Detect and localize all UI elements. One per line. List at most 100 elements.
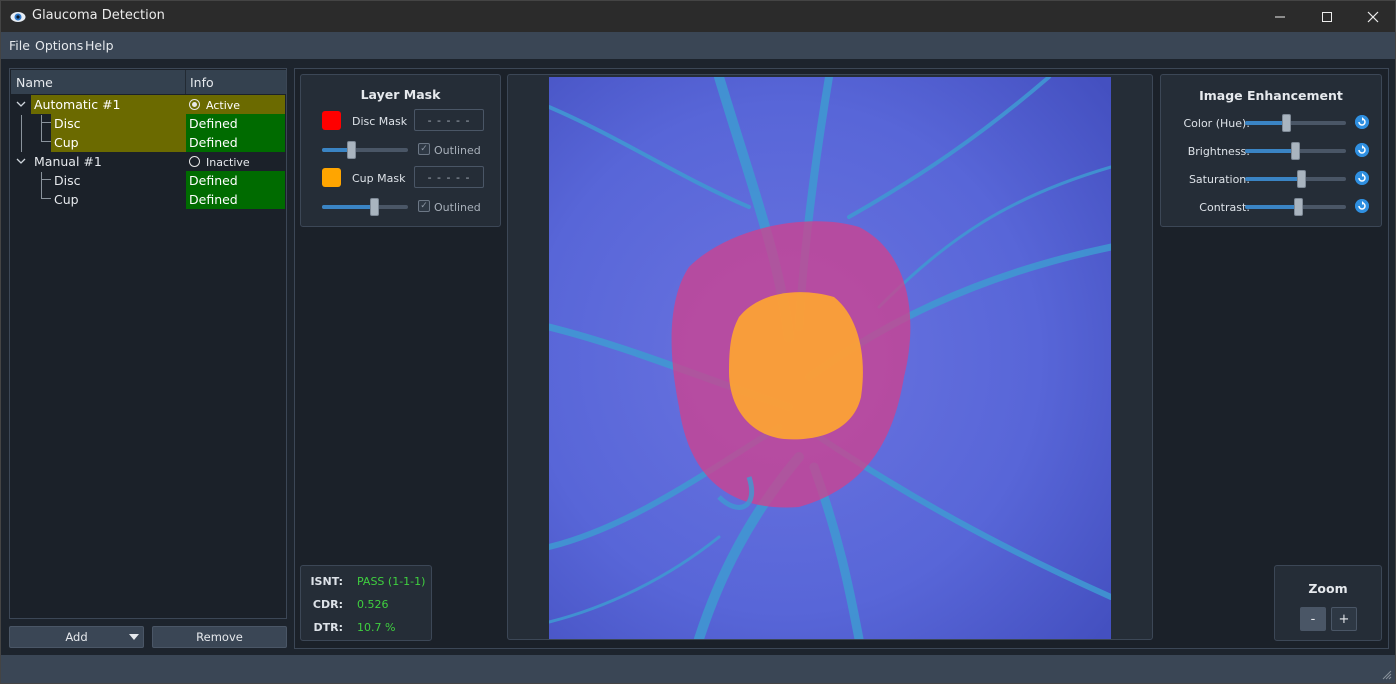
tree-row-disc[interactable]: Disc Defined: [11, 171, 286, 190]
tree-item-status: Defined: [186, 171, 285, 190]
tree-row-cup[interactable]: Cup Defined: [11, 190, 286, 209]
disc-opacity-slider[interactable]: [322, 141, 408, 159]
tree-item-label: Automatic #1: [31, 95, 186, 114]
minimize-button[interactable]: [1257, 1, 1303, 32]
tree-item-label: Cup: [54, 192, 79, 207]
disc-outlined-label: Outlined: [434, 144, 481, 157]
maximize-icon: [1322, 11, 1332, 22]
close-icon: [1367, 11, 1379, 22]
cup-color-swatch[interactable]: [322, 168, 341, 187]
saturation-slider[interactable]: [1245, 170, 1346, 188]
disc-mask-label: Disc Mask: [352, 115, 408, 128]
maximize-button[interactable]: [1304, 1, 1350, 32]
status-bar: [0, 655, 1396, 684]
menu-bar: File Options Help: [0, 32, 1396, 59]
image-viewer[interactable]: [507, 74, 1153, 640]
hue-label: Color (Hue):: [1183, 117, 1250, 130]
zoom-in-button[interactable]: +: [1331, 607, 1357, 631]
cup-outlined-checkbox[interactable]: ✓: [418, 200, 430, 212]
layer-mask-title: Layer Mask: [360, 87, 441, 102]
tree-item-label: Disc: [51, 114, 186, 133]
eye-icon: [10, 12, 26, 22]
slider-fill: [1245, 121, 1286, 125]
radio-active[interactable]: [189, 99, 200, 110]
tree-row-disc[interactable]: Disc Defined: [11, 114, 286, 133]
chevron-down-icon[interactable]: [16, 99, 26, 109]
tree-item-label: Disc: [54, 173, 81, 188]
menu-options[interactable]: Options: [35, 38, 83, 53]
reset-contrast-icon[interactable]: [1355, 199, 1369, 213]
slider-fill: [1245, 149, 1295, 153]
brightness-slider[interactable]: [1245, 142, 1346, 160]
cup-mask-overlay: [729, 292, 863, 440]
radio-inactive[interactable]: [189, 156, 200, 167]
cup-mask-field[interactable]: - - - - -: [414, 166, 484, 188]
dropdown-arrow-icon[interactable]: [129, 634, 139, 640]
slider-fill: [322, 205, 374, 209]
cdr-value: 0.526: [357, 598, 389, 611]
minimize-icon: [1275, 16, 1285, 17]
slider-handle[interactable]: [1291, 142, 1300, 160]
contrast-label: Contrast:: [1199, 201, 1250, 214]
zoom-panel: Zoom - +: [1274, 565, 1382, 641]
image-enhancement-title: Image Enhancement: [1199, 88, 1343, 103]
add-button-label: Add: [65, 630, 88, 644]
tree-item-status: Defined: [186, 133, 285, 152]
cup-opacity-slider[interactable]: [322, 198, 408, 216]
window-title: Glaucoma Detection: [32, 8, 165, 23]
saturation-label: Saturation:: [1188, 173, 1250, 186]
reset-saturation-icon[interactable]: [1355, 171, 1369, 185]
dtr-label: DTR:: [313, 621, 343, 634]
column-divider: [185, 70, 186, 94]
slider-handle[interactable]: [1294, 198, 1303, 216]
column-header-info[interactable]: Info: [190, 75, 214, 90]
contrast-slider[interactable]: [1245, 198, 1346, 216]
isnt-label: ISNT:: [310, 575, 343, 588]
disc-color-swatch[interactable]: [322, 111, 341, 130]
tree-item-status: Inactive: [186, 152, 285, 171]
tree-row-cup[interactable]: Cup Defined: [11, 133, 286, 152]
zoom-title: Zoom: [1308, 581, 1348, 596]
slider-handle[interactable]: [1297, 170, 1306, 188]
tree-header: Name Info: [11, 70, 286, 94]
tree-item-label: Cup: [51, 133, 186, 152]
image-enhancement-panel: Image Enhancement Color (Hue): Brightnes…: [1160, 74, 1382, 227]
cup-mask-label: Cup Mask: [352, 172, 406, 185]
isnt-value: PASS (1-1-1): [357, 575, 426, 588]
slider-handle[interactable]: [1282, 114, 1291, 132]
dtr-value: 10.7 %: [357, 621, 396, 634]
reset-brightness-icon[interactable]: [1355, 143, 1369, 157]
title-bar: Glaucoma Detection: [0, 0, 1396, 32]
close-button[interactable]: [1350, 1, 1396, 32]
remove-button-label: Remove: [196, 630, 243, 644]
slider-fill: [1245, 205, 1298, 209]
disc-mask-field[interactable]: - - - - -: [414, 109, 484, 131]
remove-button[interactable]: Remove: [152, 626, 287, 648]
cup-outlined-label: Outlined: [434, 201, 481, 214]
layer-mask-panel: Layer Mask Disc Mask - - - - - ✓ Outline…: [300, 74, 501, 227]
hue-slider[interactable]: [1245, 114, 1346, 132]
chevron-down-icon[interactable]: [16, 156, 26, 166]
add-button[interactable]: Add: [9, 626, 144, 648]
tree-row-manual[interactable]: Manual #1 Inactive: [11, 152, 286, 171]
menu-help[interactable]: Help: [85, 38, 114, 53]
metrics-panel: ISNT: PASS (1-1-1) CDR: 0.526 DTR: 10.7 …: [300, 565, 432, 641]
tree-item-status: Defined: [186, 190, 285, 209]
fundus-image[interactable]: [549, 77, 1111, 639]
cdr-label: CDR:: [312, 598, 343, 611]
tree-item-status: Active: [186, 95, 285, 114]
tree-item-status: Defined: [186, 114, 285, 133]
tree-row-automatic[interactable]: Automatic #1 Active: [11, 95, 286, 114]
zoom-out-button[interactable]: -: [1300, 607, 1326, 631]
column-header-name[interactable]: Name: [16, 75, 53, 90]
slider-fill: [1245, 177, 1301, 181]
reset-hue-icon[interactable]: [1355, 115, 1369, 129]
segmentation-tree: Name Info Automatic #1 Active Disc Defin…: [9, 68, 287, 619]
brightness-label: Brightness:: [1187, 145, 1250, 158]
resize-grip-icon[interactable]: [1382, 670, 1392, 680]
tree-item-label: Manual #1: [34, 154, 102, 169]
slider-handle[interactable]: [347, 141, 356, 159]
slider-handle[interactable]: [370, 198, 379, 216]
disc-outlined-checkbox[interactable]: ✓: [418, 143, 430, 155]
menu-file[interactable]: File: [9, 38, 30, 53]
